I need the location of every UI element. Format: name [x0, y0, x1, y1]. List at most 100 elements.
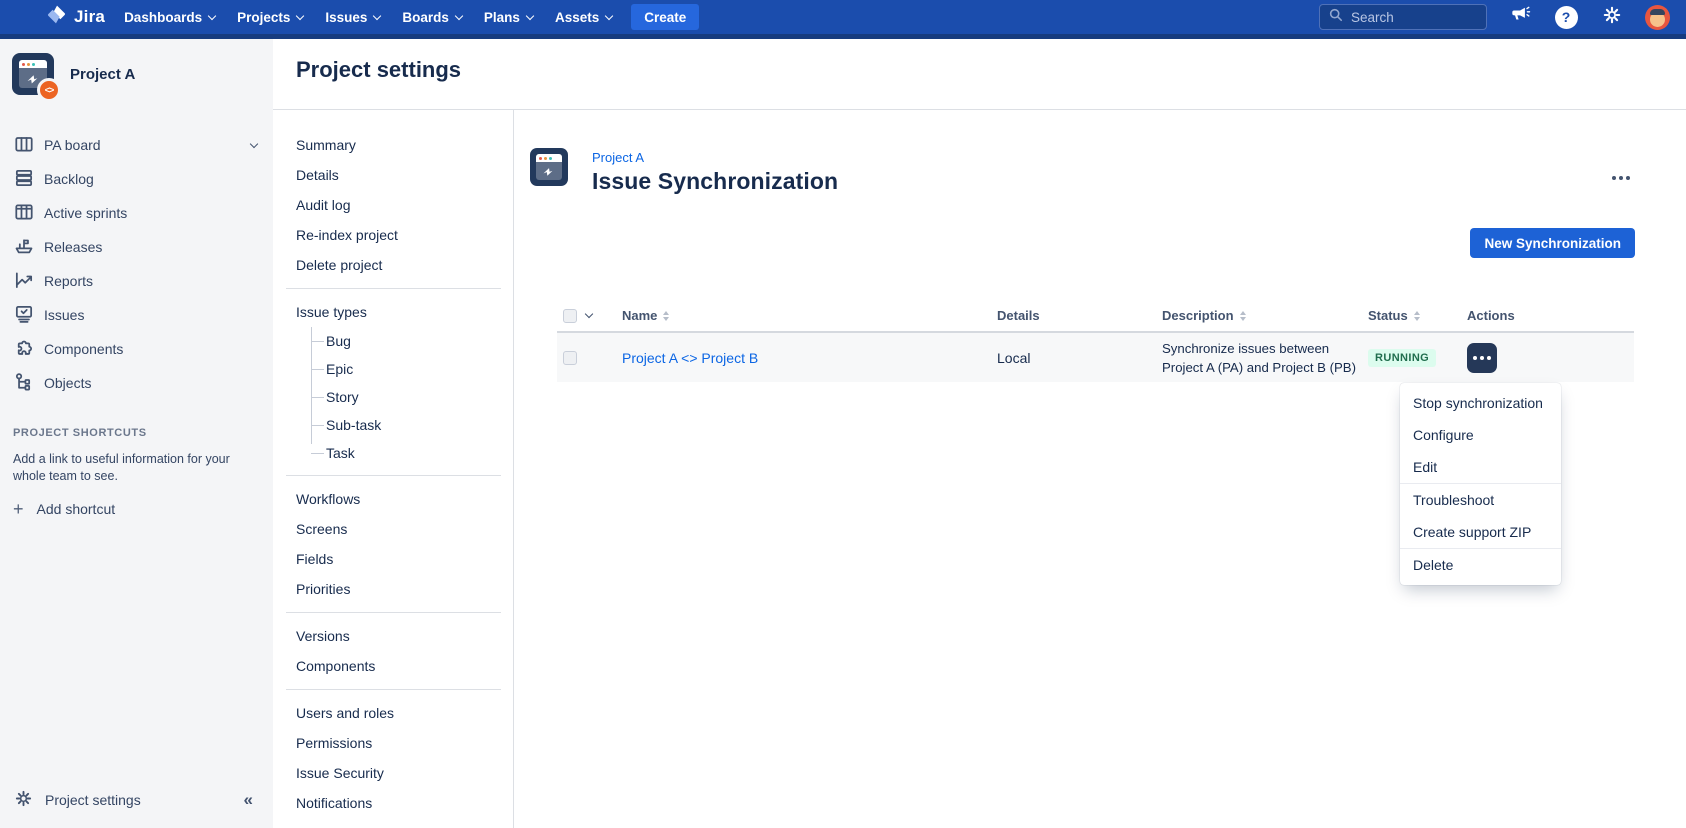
divider [286, 689, 501, 690]
megaphone-icon [1510, 4, 1531, 30]
nav-menu-boards[interactable]: Boards [391, 0, 473, 34]
sync-name-link[interactable]: Project A <> Project B [622, 350, 758, 366]
menu-item-edit[interactable]: Edit [1400, 451, 1561, 483]
add-shortcut-button[interactable]: + Add shortcut [13, 501, 261, 517]
row-checkbox[interactable] [563, 351, 577, 365]
announcements-button[interactable] [1507, 4, 1533, 30]
chevron-down-icon [455, 11, 463, 19]
chevron-down-icon [208, 11, 216, 19]
column-header-name[interactable]: Name [622, 308, 657, 323]
sidebar-footer-project-settings[interactable]: Project settings « [0, 780, 273, 820]
sidebar-item-reports[interactable]: Reports [0, 264, 273, 298]
settings-nav-fields[interactable]: Fields [273, 544, 513, 574]
shortcuts-description: Add a link to useful information for you… [13, 451, 241, 485]
settings-nav-workflows[interactable]: Workflows [273, 484, 513, 514]
settings-nav-task[interactable]: Task [273, 439, 513, 467]
menu-item-delete[interactable]: Delete [1400, 549, 1561, 581]
menu-item-stop-synchronization[interactable]: Stop synchronization [1400, 387, 1561, 419]
table-row: Project A <> Project B Local Synchronize… [557, 333, 1634, 382]
page-more-actions-button[interactable] [1606, 167, 1636, 189]
chevron-down-icon [605, 11, 613, 19]
collapse-sidebar-icon[interactable]: « [244, 790, 253, 810]
nav-menu-plans[interactable]: Plans [473, 0, 544, 34]
nav-menu-issues[interactable]: Issues [314, 0, 391, 34]
search-icon [1329, 8, 1343, 27]
ship-icon [13, 235, 35, 260]
settings-nav-permissions[interactable]: Permissions [273, 728, 513, 758]
settings-button[interactable] [1599, 4, 1625, 30]
settings-nav-bug[interactable]: Bug [273, 327, 513, 355]
settings-nav-notifications[interactable]: Notifications [273, 788, 513, 818]
global-search[interactable] [1319, 4, 1487, 30]
gear-icon [14, 789, 33, 811]
settings-nav-screens[interactable]: Screens [273, 514, 513, 544]
chart-line-icon [13, 269, 35, 294]
help-button[interactable]: ? [1553, 4, 1579, 30]
sync-details: Local [997, 350, 1030, 366]
settings-nav-audit-log[interactable]: Audit log [273, 190, 513, 220]
new-synchronization-button[interactable]: New Synchronization [1470, 228, 1635, 258]
select-all-checkbox[interactable] [563, 309, 577, 323]
breadcrumb-project-link[interactable]: Project A [592, 150, 838, 165]
sidebar-item-issues[interactable]: Issues [0, 298, 273, 332]
sort-icon [663, 311, 669, 321]
sort-icon [1240, 311, 1246, 321]
column-header-status[interactable]: Status [1368, 308, 1408, 323]
sidebar-item-backlog[interactable]: Backlog [0, 162, 273, 196]
gear-icon [1602, 5, 1622, 30]
menu-item-configure[interactable]: Configure [1400, 419, 1561, 451]
project-name: Project A [70, 66, 135, 83]
settings-nav-priorities[interactable]: Priorities [273, 574, 513, 604]
menu-item-troubleshoot[interactable]: Troubleshoot [1400, 484, 1561, 516]
settings-nav-story[interactable]: Story [273, 383, 513, 411]
sprints-columns-icon [13, 201, 35, 226]
create-button[interactable]: Create [631, 4, 699, 30]
code-badge-icon: <> [37, 78, 61, 102]
divider [286, 288, 501, 289]
settings-nav-components[interactable]: Components [273, 651, 513, 681]
project-avatar [530, 148, 568, 186]
objects-tree-icon [13, 371, 35, 396]
settings-nav-sub-task[interactable]: Sub-task [273, 411, 513, 439]
nav-menu-projects[interactable]: Projects [226, 0, 314, 34]
jira-logo-icon [46, 4, 67, 30]
settings-nav-reindex-project[interactable]: Re-index project [273, 220, 513, 250]
settings-nav-delete-project[interactable]: Delete project [273, 250, 513, 280]
issues-monitor-icon [13, 303, 35, 328]
sidebar-item-releases[interactable]: Releases [0, 230, 273, 264]
jira-logo[interactable]: Jira [46, 4, 105, 30]
synchronizations-table: Name Details Description Status [557, 300, 1634, 382]
project-header[interactable]: <> Project A [12, 53, 273, 95]
search-input[interactable] [1351, 10, 1477, 25]
sidebar-item-active-sprints[interactable]: Active sprints [0, 196, 273, 230]
divider [286, 612, 501, 613]
settings-nav-details[interactable]: Details [273, 160, 513, 190]
settings-nav-epic[interactable]: Epic [273, 355, 513, 383]
settings-nav-issue-security[interactable]: Issue Security [273, 758, 513, 788]
project-avatar: <> [12, 53, 54, 95]
plus-icon: + [13, 502, 24, 516]
column-header-actions: Actions [1467, 308, 1515, 323]
nav-menu-assets[interactable]: Assets [544, 0, 623, 34]
menu-item-create-support-zip[interactable]: Create support ZIP [1400, 516, 1561, 548]
cursor-icon [543, 164, 553, 180]
nav-menu-dashboards[interactable]: Dashboards [113, 0, 226, 34]
user-avatar[interactable] [1645, 5, 1670, 30]
chevron-down-icon[interactable] [585, 310, 593, 318]
settings-nav-issue-types[interactable]: Issue types [273, 297, 513, 327]
page-title: Project settings [296, 57, 1686, 83]
page-title-bar: Project settings [273, 39, 1686, 110]
cursor-icon [27, 72, 38, 88]
navbar-bottom-edge [0, 34, 1686, 39]
sidebar-item-objects[interactable]: Objects [0, 366, 273, 400]
settings-nav-summary[interactable]: Summary [273, 130, 513, 160]
sidebar-item-components[interactable]: Components [0, 332, 273, 366]
sync-page-header: Project A Issue Synchronization [530, 148, 1686, 195]
puzzle-icon [13, 337, 35, 362]
chevron-down-icon [373, 11, 381, 19]
column-header-description[interactable]: Description [1162, 308, 1234, 323]
settings-nav-users-and-roles[interactable]: Users and roles [273, 698, 513, 728]
row-actions-menu-button[interactable] [1467, 343, 1497, 373]
settings-nav-versions[interactable]: Versions [273, 621, 513, 651]
sidebar-item-pa-board[interactable]: PA board [0, 128, 273, 162]
